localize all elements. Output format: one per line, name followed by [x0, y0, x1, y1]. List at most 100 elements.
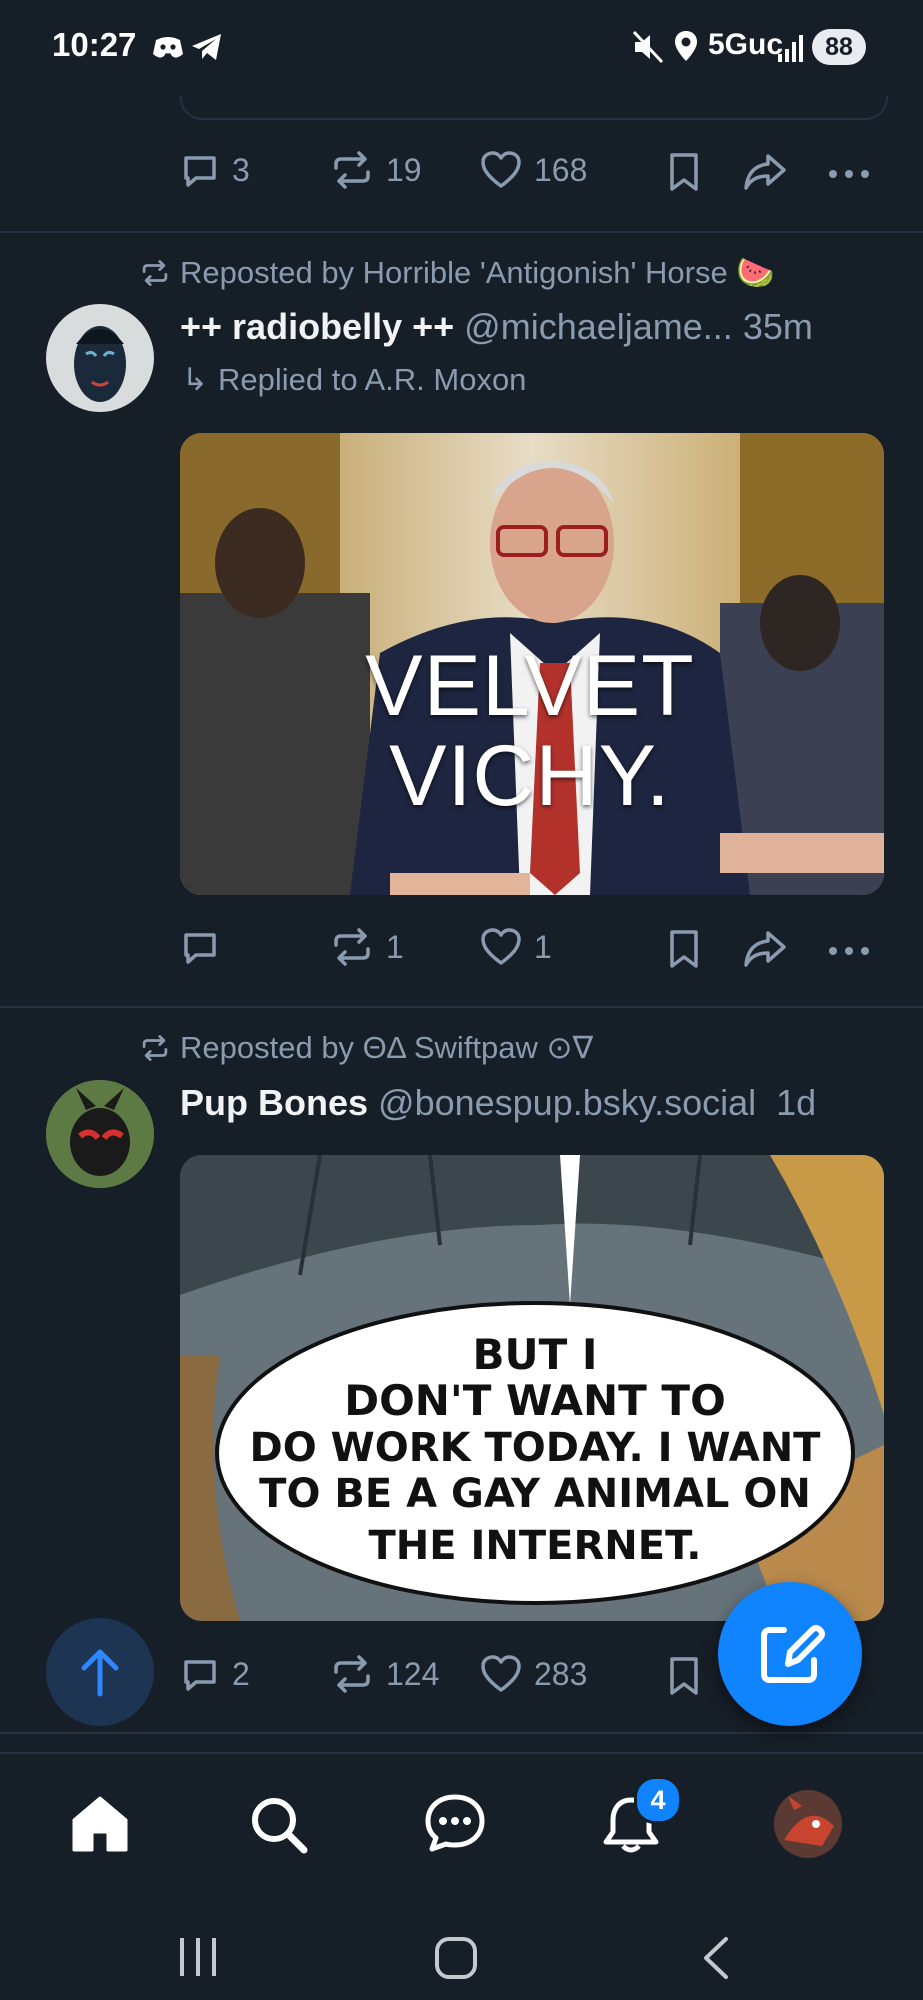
search-icon	[252, 1798, 308, 1854]
bookmark-icon	[670, 1657, 698, 1695]
telegram-icon	[190, 32, 224, 67]
post-divider	[0, 231, 923, 233]
compose-icon	[761, 1625, 825, 1683]
repost-attribution[interactable]: Reposted by ΘΔ Swiftpaw ⊙∇	[140, 1030, 593, 1066]
notifications-tab[interactable]: 4	[600, 1776, 682, 1861]
scroll-to-top-button[interactable]	[46, 1618, 154, 1726]
chat-icon	[425, 1794, 485, 1852]
reply-icon	[184, 1660, 216, 1691]
timestamp[interactable]: 35m	[743, 306, 813, 347]
signal-icon	[778, 34, 804, 67]
share-button[interactable]	[742, 929, 788, 974]
bookmark-icon	[670, 153, 698, 191]
repost-by-label: Reposted by Horrible 'Antigonish' Horse …	[180, 255, 775, 290]
comic-text-line: THE INTERNET.	[368, 1523, 702, 1569]
repost-button[interactable]: 19	[330, 150, 422, 190]
avatar[interactable]	[46, 1080, 154, 1188]
search-tab[interactable]	[248, 1794, 310, 1861]
like-button[interactable]: 168	[480, 150, 587, 190]
bookmark-button[interactable]	[668, 1656, 700, 1701]
repost-count: 1	[386, 928, 404, 965]
post-image[interactable]: BUT I DON'T WANT TO DO WORK TODAY. I WAN…	[180, 1155, 884, 1621]
recent-apps-button[interactable]	[176, 1936, 220, 1983]
more-options-button[interactable]	[828, 166, 870, 184]
post-header: Pup Bones @bonespup.bsky.social 1d	[180, 1082, 816, 1124]
post-image[interactable]: VELVET VICHY.	[180, 433, 884, 895]
reply-button[interactable]: 2	[180, 1654, 250, 1694]
handle[interactable]: @michaeljame...	[464, 306, 733, 347]
home-system-button[interactable]	[434, 1936, 478, 1985]
repost-button[interactable]: 124	[330, 1654, 439, 1694]
battery-indicator: 88	[812, 29, 866, 65]
recents-icon	[180, 1938, 216, 1976]
repost-icon	[334, 1655, 370, 1693]
image-caption-line: VICHY.	[389, 728, 671, 824]
like-button[interactable]: 283	[480, 1654, 587, 1694]
repost-attribution[interactable]: Reposted by Horrible 'Antigonish' Horse …	[140, 254, 775, 291]
comic-text-line: DO WORK TODAY. I WANT	[249, 1425, 821, 1471]
reply-icon	[184, 156, 216, 187]
reply-count: 2	[232, 1655, 250, 1692]
like-button[interactable]: 1	[480, 927, 552, 967]
post-divider	[0, 1732, 923, 1734]
heart-icon	[481, 151, 521, 188]
repost-icon	[334, 151, 370, 189]
reply-context[interactable]: ↳ Replied to A.R. Moxon	[182, 362, 526, 398]
status-bar: 10:27 5Guc 88	[0, 0, 923, 96]
post-header: ++ radiobelly ++ @michaeljame... 35m	[180, 306, 813, 348]
arrow-up-icon	[81, 1649, 119, 1697]
display-name[interactable]: ++ radiobelly ++	[180, 306, 454, 347]
repost-count: 19	[386, 151, 422, 188]
reply-icon	[184, 933, 216, 964]
location-icon	[674, 30, 698, 67]
back-system-button[interactable]	[700, 1936, 732, 1985]
reply-to-label: Replied to A.R. Moxon	[217, 362, 527, 397]
bookmark-icon	[670, 930, 698, 968]
mute-icon	[632, 30, 664, 69]
repost-button[interactable]: 1	[330, 927, 404, 967]
share-button[interactable]	[742, 152, 788, 197]
more-icon	[829, 170, 869, 178]
heart-icon	[481, 928, 521, 965]
repost-icon	[142, 259, 168, 286]
like-count: 168	[534, 151, 588, 188]
chat-tab[interactable]	[424, 1792, 486, 1859]
more-icon	[829, 947, 869, 955]
discord-icon	[152, 34, 184, 65]
clock: 10:27	[52, 26, 137, 63]
handle[interactable]: @bonespup.bsky.social	[378, 1082, 756, 1123]
repost-by-label: Reposted by ΘΔ Swiftpaw ⊙∇	[180, 1030, 594, 1065]
bookmark-button[interactable]	[668, 152, 700, 197]
avatar[interactable]	[46, 304, 154, 412]
bookmark-button[interactable]	[668, 929, 700, 974]
repost-icon	[334, 928, 370, 966]
comic-text-line: BUT I	[472, 1330, 598, 1379]
repost-icon	[142, 1035, 168, 1061]
heart-icon	[481, 1655, 521, 1692]
image-caption-line: VELVET	[365, 638, 695, 734]
notification-badge: 4	[634, 1776, 682, 1824]
home-icon	[72, 1796, 128, 1852]
network-type: 5Guc	[708, 28, 784, 61]
home-tab[interactable]	[70, 1794, 130, 1859]
reply-count: 3	[232, 151, 250, 188]
timestamp[interactable]: 1d	[776, 1082, 816, 1123]
reply-arrow-icon: ↳	[182, 362, 208, 397]
reply-button[interactable]	[180, 927, 232, 967]
profile-tab-avatar[interactable]	[774, 1790, 842, 1858]
bottom-navigation: 4	[0, 1752, 923, 1894]
system-navigation-bar	[0, 1892, 923, 2000]
display-name[interactable]: Pup Bones	[180, 1082, 368, 1123]
comic-text-line: DON'T WANT TO	[344, 1376, 726, 1425]
share-icon	[744, 931, 786, 967]
back-chevron-icon	[704, 1937, 728, 1979]
like-count: 1	[534, 928, 552, 965]
post-divider	[0, 1006, 923, 1008]
home-circle-icon	[435, 1937, 477, 1979]
comic-text-line: TO BE A GAY ANIMAL ON	[259, 1471, 811, 1517]
more-options-button[interactable]	[828, 943, 870, 961]
share-icon	[744, 154, 786, 190]
reply-button[interactable]: 3	[180, 150, 250, 190]
compose-button[interactable]	[718, 1582, 862, 1726]
like-count: 283	[534, 1655, 588, 1692]
